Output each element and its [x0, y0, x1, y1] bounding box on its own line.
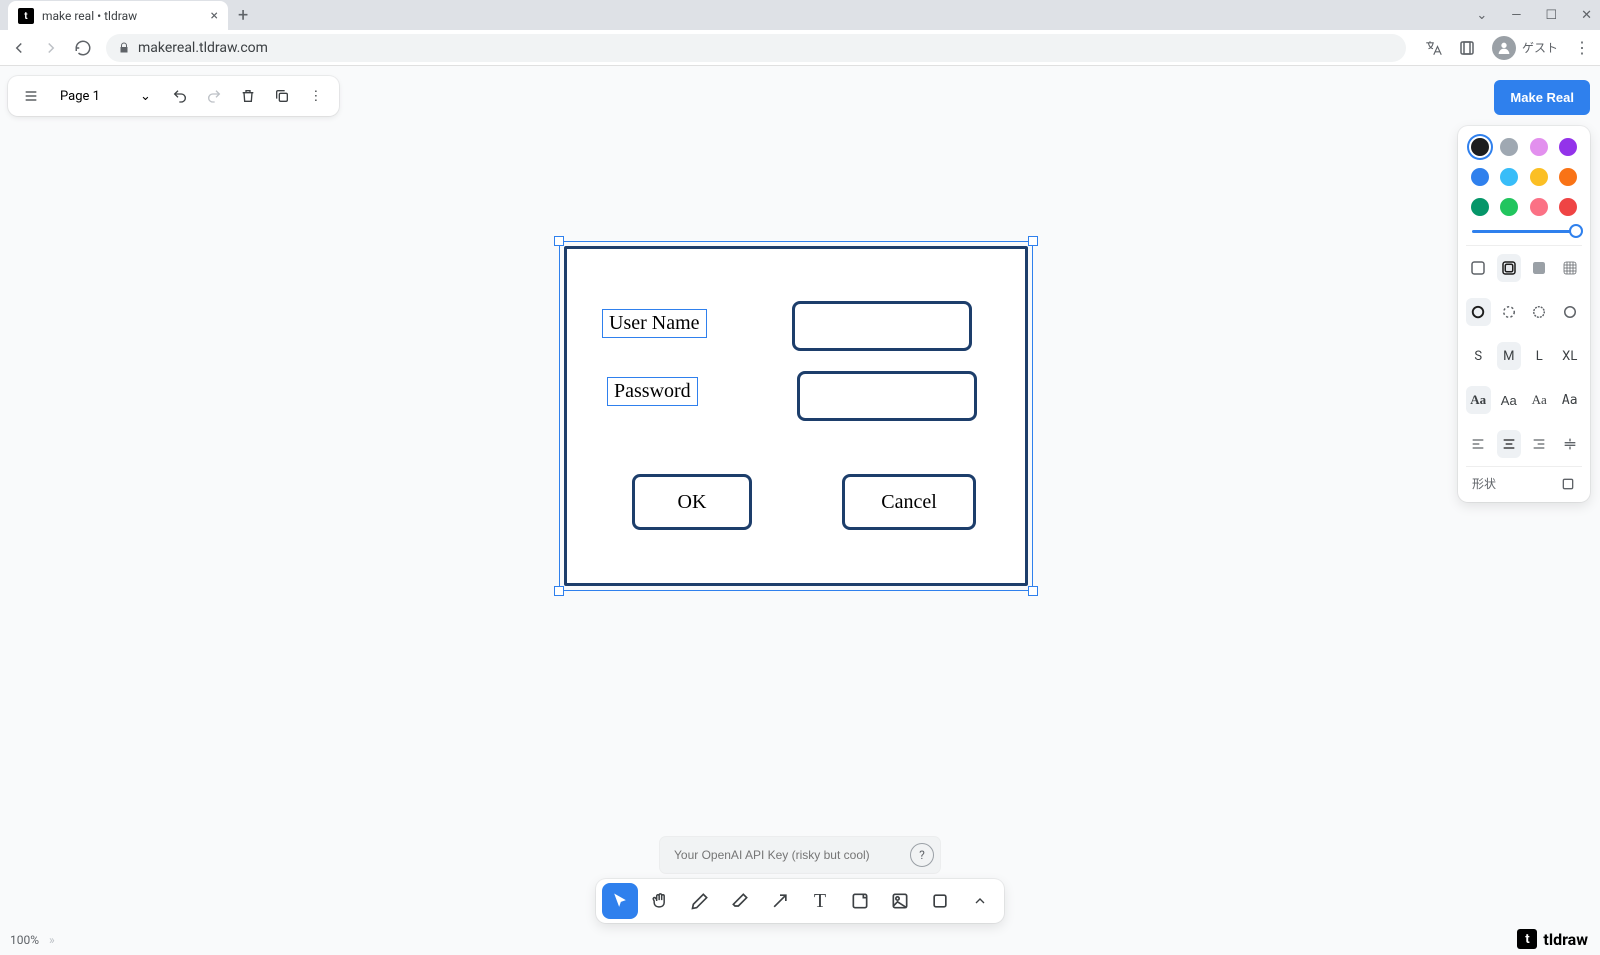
tldraw-logo-icon: t [1517, 929, 1537, 949]
cancel-button-shape[interactable]: Cancel [842, 474, 976, 530]
zoom-indicator[interactable]: 100% » [10, 933, 55, 947]
address-bar[interactable]: makereal.tldraw.com [106, 34, 1406, 62]
url-text: makereal.tldraw.com [138, 40, 268, 56]
arrow-tool[interactable] [762, 883, 798, 919]
password-label-shape[interactable]: Password [607, 377, 698, 406]
draw-tool[interactable] [682, 883, 718, 919]
browser-tab-strip: t make real • tldraw × + ⌄ — ☐ ✕ [0, 0, 1600, 30]
profile-chip[interactable]: ゲスト [1492, 36, 1558, 60]
asset-tool[interactable] [882, 883, 918, 919]
close-window-icon[interactable]: ✕ [1581, 8, 1592, 23]
eraser-tool[interactable] [722, 883, 758, 919]
lock-icon [118, 42, 130, 54]
hand-tool[interactable] [642, 883, 678, 919]
api-key-input[interactable] [674, 848, 902, 862]
watermark-text: tldraw [1543, 930, 1588, 949]
translate-icon[interactable] [1424, 39, 1442, 57]
tab-favicon-icon: t [18, 8, 34, 24]
avatar-icon [1492, 36, 1516, 60]
note-tool[interactable] [842, 883, 878, 919]
back-button[interactable] [10, 39, 30, 57]
selection-handle-tl[interactable] [554, 236, 564, 246]
select-tool[interactable] [602, 883, 638, 919]
selection-handle-tr[interactable] [1028, 236, 1038, 246]
text-tool[interactable]: T [802, 883, 838, 919]
username-label-shape[interactable]: User Name [602, 309, 707, 338]
shape-tool[interactable] [922, 883, 958, 919]
browser-menu-icon[interactable]: ⋮ [1574, 38, 1590, 57]
more-tools-button[interactable] [962, 883, 998, 919]
selection-handle-bl[interactable] [554, 586, 564, 596]
chevrons-right-icon: » [49, 933, 55, 947]
extensions-icon[interactable] [1458, 39, 1476, 57]
window-controls: ⌄ — ☐ ✕ [1476, 8, 1592, 23]
ok-button-shape[interactable]: OK [632, 474, 752, 530]
selection-handle-br[interactable] [1028, 586, 1038, 596]
tab-title: make real • tldraw [42, 9, 203, 23]
new-tab-button[interactable]: + [238, 5, 248, 26]
forward-button[interactable] [42, 39, 62, 57]
help-button[interactable]: ? [910, 843, 934, 867]
tab-close-icon[interactable]: × [211, 8, 218, 24]
maximize-icon[interactable]: ☐ [1545, 8, 1557, 23]
browser-tab[interactable]: t make real • tldraw × [8, 1, 228, 31]
chevron-down-icon[interactable]: ⌄ [1476, 8, 1487, 23]
reload-button[interactable] [74, 39, 94, 57]
tldraw-watermark[interactable]: t tldraw [1517, 929, 1588, 949]
zoom-value: 100% [10, 933, 39, 947]
mockup-frame[interactable]: User Name Password OK Cancel [564, 246, 1028, 586]
browser-address-row: makereal.tldraw.com ゲスト ⋮ [0, 30, 1600, 66]
minimize-icon[interactable]: — [1511, 8, 1521, 23]
profile-label: ゲスト [1522, 39, 1558, 56]
app-canvas-area: Page 1 ⌄ ⋮ Make Real [0, 66, 1600, 955]
bottom-toolbar: T [596, 879, 1004, 923]
api-key-row: ? [660, 837, 940, 873]
username-input-shape[interactable] [792, 301, 972, 351]
canvas[interactable]: User Name Password OK Cancel [0, 66, 1600, 955]
password-input-shape[interactable] [797, 371, 977, 421]
